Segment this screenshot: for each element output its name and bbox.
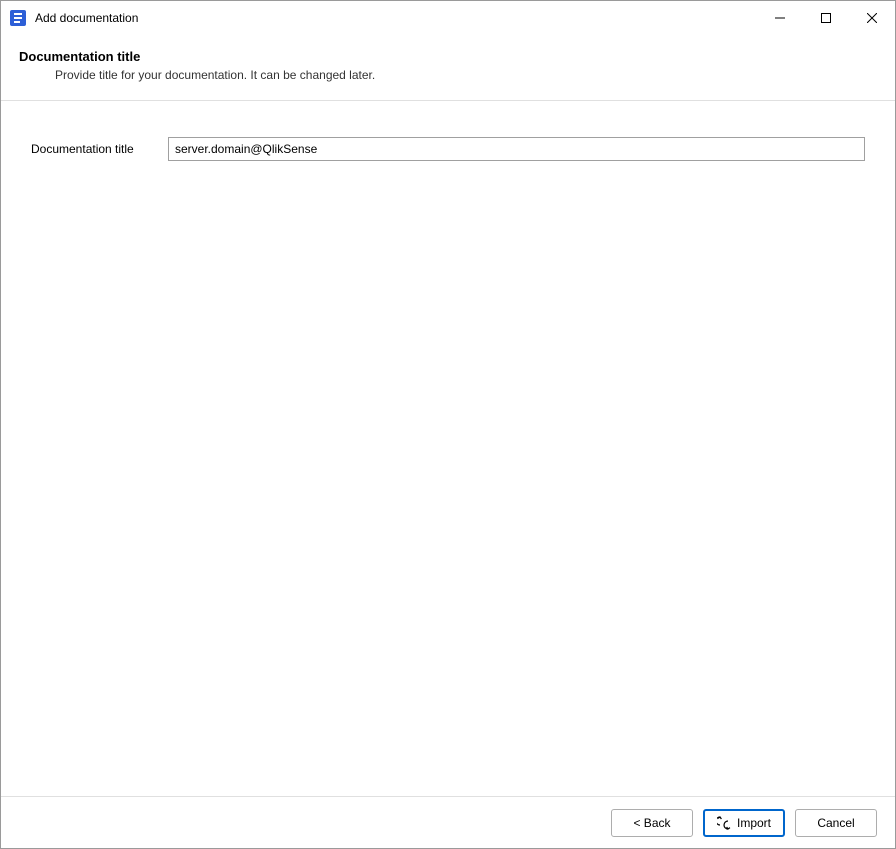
back-button-label: < Back xyxy=(633,816,670,830)
import-button[interactable]: Import xyxy=(703,809,785,837)
window-controls xyxy=(757,1,895,35)
close-icon xyxy=(867,13,877,23)
titlebar-title: Add documentation xyxy=(35,11,757,25)
cancel-button[interactable]: Cancel xyxy=(795,809,877,837)
maximize-button[interactable] xyxy=(803,1,849,35)
app-icon xyxy=(9,9,27,27)
header-section: Documentation title Provide title for yo… xyxy=(1,35,895,101)
page-subtitle: Provide title for your documentation. It… xyxy=(55,68,877,82)
maximize-icon xyxy=(821,13,831,23)
minimize-button[interactable] xyxy=(757,1,803,35)
footer: < Back Import Cancel xyxy=(1,796,895,848)
cancel-button-label: Cancel xyxy=(817,816,854,830)
content-area: Documentation title xyxy=(1,101,895,796)
close-button[interactable] xyxy=(849,1,895,35)
dialog-window: Add documentation Documentation title xyxy=(0,0,896,849)
form-row-title: Documentation title xyxy=(31,137,865,161)
back-button[interactable]: < Back xyxy=(611,809,693,837)
titlebar: Add documentation xyxy=(1,1,895,35)
import-icon xyxy=(717,816,731,830)
minimize-icon xyxy=(775,13,785,23)
documentation-title-input[interactable] xyxy=(168,137,865,161)
page-title: Documentation title xyxy=(19,49,877,64)
import-button-label: Import xyxy=(737,816,771,830)
documentation-title-label: Documentation title xyxy=(31,142,156,156)
